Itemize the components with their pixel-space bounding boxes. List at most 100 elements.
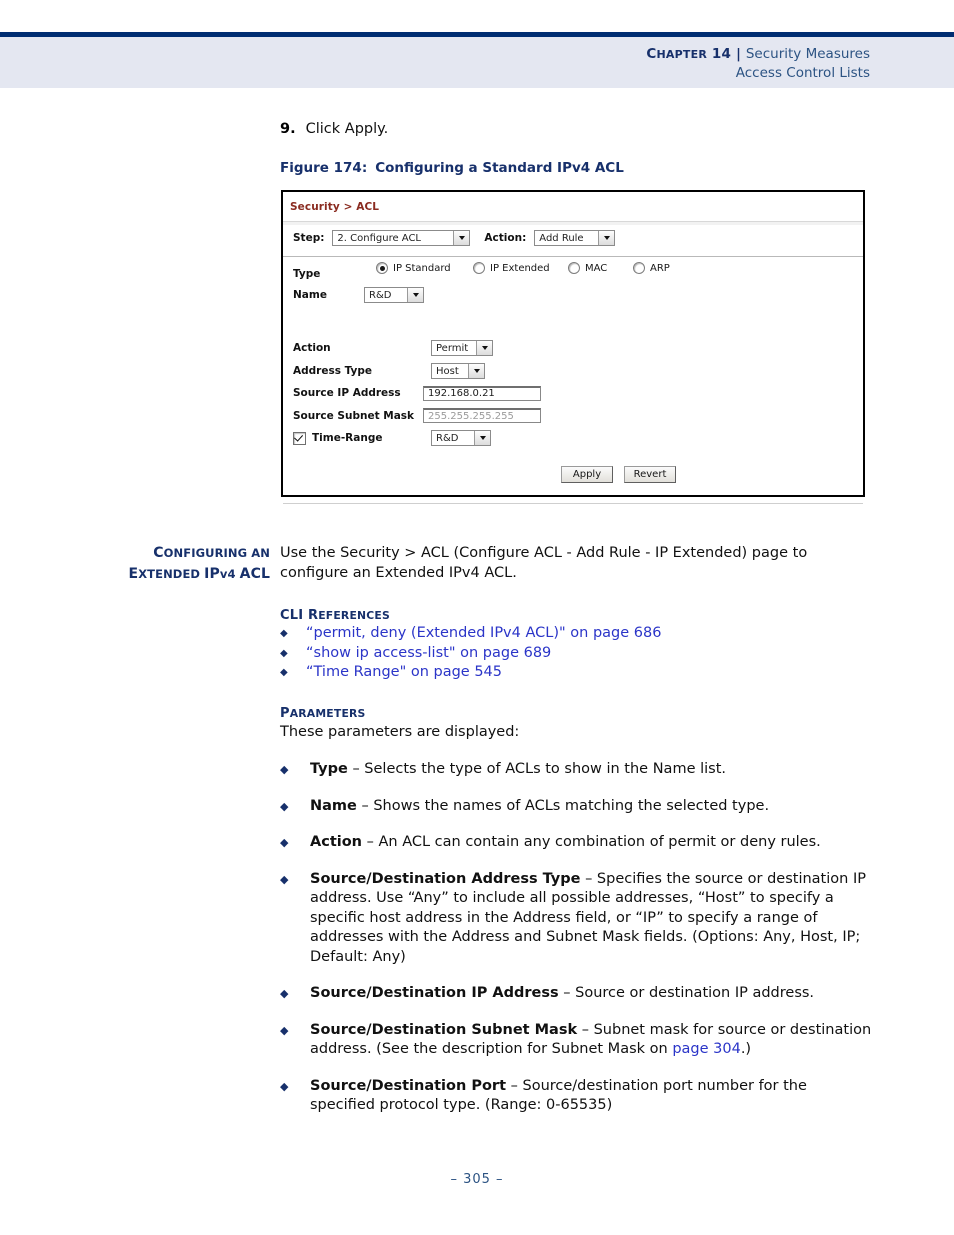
time-range-value: R&D	[436, 433, 459, 445]
diamond-bullet-icon: ◆	[280, 1023, 289, 1037]
parameter-term: Source/Destination Subnet Mask	[310, 1021, 578, 1038]
time-range-select[interactable]: R&D	[431, 430, 491, 447]
apply-button[interactable]: Apply	[561, 466, 613, 483]
parameter-term: Source/Destination IP Address	[310, 985, 559, 1001]
radio-label: MAC	[585, 262, 608, 274]
diamond-bullet-icon: ◆	[280, 987, 289, 1000]
parameter-term: Action	[310, 834, 363, 850]
diamond-bullet-icon: ◆	[280, 799, 289, 813]
divider-under-step	[283, 256, 863, 257]
radio-icon-selected	[376, 262, 388, 274]
form-row-action: Action Permit	[293, 337, 541, 360]
diamond-bullet-icon: ◆	[280, 836, 289, 849]
rule-form: Action Permit Address Type Host Source I…	[293, 337, 541, 450]
source-ip-label: Source IP Address	[293, 387, 401, 400]
time-range-label: Time-Range	[312, 432, 383, 445]
checkbox-checked-icon	[293, 431, 306, 445]
list-item: ◆ Source/Destination Port – Source/desti…	[280, 1077, 880, 1116]
diamond-bullet-icon: ◆	[280, 872, 289, 886]
step-action-row: Step: 2. Configure ACL Action: Add Rule	[293, 230, 616, 246]
chevron-down-icon	[453, 231, 470, 245]
breadcrumb: Security > ACL	[290, 201, 380, 213]
action-field-label: Action	[293, 342, 331, 355]
page-reference-link[interactable]: page 304	[672, 1041, 741, 1057]
parameter-text: Source/Destination IP Address – Source o…	[310, 984, 875, 1004]
form-row-time-range: Time-Range R&D	[293, 427, 541, 450]
header-text-block: CHAPTER 14 | Security Measures Access Cont…	[646, 43, 870, 83]
cli-references-list: ◆ “permit, deny (Extended IPv4 ACL)" on …	[280, 624, 661, 683]
screenshot-button-row: Apply Revert	[561, 466, 676, 483]
parameter-desc-tail: .)	[740, 1041, 752, 1057]
divider-top	[283, 221, 863, 225]
parameters-lead-text: These parameters are displayed:	[280, 724, 520, 740]
form-row-source-ip: Source IP Address 192.168.0.21	[293, 382, 541, 405]
diamond-bullet-icon: ◆	[280, 667, 288, 678]
parameter-desc: – An ACL can contain any combination of …	[362, 834, 821, 850]
radio-label: IP Standard	[393, 262, 451, 274]
list-item: ◆ “permit, deny (Extended IPv4 ACL)" on …	[280, 624, 661, 644]
embedded-ui-screenshot: Security > ACL Step: 2. Configure ACL Ac…	[281, 190, 865, 504]
diamond-bullet-icon: ◆	[280, 628, 288, 639]
source-ip-input[interactable]: 192.168.0.21	[423, 385, 541, 401]
address-type-select[interactable]: Host	[431, 362, 485, 379]
header-chapter-label: CHAPTER 14	[646, 46, 732, 62]
figure-title: Configuring a Standard IPv4 ACL	[375, 160, 624, 176]
list-item: ◆ “show ip access-list" on page 689	[280, 644, 661, 664]
time-range-checkbox-wrap[interactable]: Time-Range	[293, 431, 423, 445]
radio-arp[interactable]: ARP	[633, 262, 693, 274]
cli-reference-link[interactable]: “Time Range" on page 545	[306, 663, 502, 683]
step-select[interactable]: 2. Configure ACL	[332, 230, 471, 246]
header-topic: Security Measures	[745, 46, 870, 62]
header-separator: |	[736, 47, 741, 62]
page-running-header: CHAPTER 14 | Security Measures Access Cont…	[0, 0, 954, 88]
radio-label: IP Extended	[490, 262, 550, 274]
action-select-value: Add Rule	[539, 233, 584, 244]
parameter-term: Name	[310, 797, 357, 814]
list-item: ◆ Source/Destination Address Type – Spec…	[280, 870, 880, 968]
parameter-term: Source/Destination Port	[310, 1077, 507, 1094]
diamond-bullet-icon: ◆	[280, 763, 289, 776]
figure-caption: Figure 174: Configuring a Standard IPv4 A…	[280, 160, 624, 176]
cli-reference-link[interactable]: “show ip access-list" on page 689	[306, 644, 551, 664]
parameter-text: Type – Selects the type of ACLs to show …	[310, 760, 875, 780]
radio-icon	[633, 262, 645, 274]
radio-icon	[473, 262, 485, 274]
intro-paragraph: Use the Security > ACL (Configure ACL - …	[280, 545, 808, 581]
source-subnet-mask-input[interactable]: 255.255.255.255	[423, 408, 541, 424]
name-row: Name R&D	[293, 283, 425, 303]
cli-reference-link[interactable]: “permit, deny (Extended IPv4 ACL)" on pa…	[306, 624, 661, 644]
address-type-label: Address Type	[293, 364, 373, 377]
name-label: Name	[293, 289, 327, 301]
step-number: 9.	[280, 121, 296, 137]
radio-mac[interactable]: MAC	[568, 262, 633, 274]
parameter-desc: – Shows the names of ACLs matching the s…	[356, 797, 770, 814]
step-select-value: 2. Configure ACL	[337, 233, 422, 244]
type-radio-group: IP Standard IP Extended MAC ARP	[376, 262, 693, 274]
figure-number: Figure 174:	[280, 160, 368, 176]
action-select-label: Action:	[484, 232, 527, 244]
numbered-step-9: 9. Click Apply.	[280, 121, 388, 137]
radio-icon	[568, 262, 580, 274]
revert-button[interactable]: Revert	[624, 466, 676, 483]
list-item: ◆ Type – Selects the type of ACLs to sho…	[280, 760, 880, 780]
radio-ip-extended[interactable]: IP Extended	[473, 262, 568, 274]
step-select-label: Step:	[293, 232, 325, 244]
action-select[interactable]: Add Rule	[534, 230, 616, 246]
chevron-down-icon	[407, 288, 424, 302]
list-item: ◆ “Time Range" on page 545	[280, 663, 661, 683]
diamond-bullet-icon: ◆	[280, 647, 288, 659]
parameters-list: ◆ Type – Selects the type of ACLs to sho…	[280, 760, 880, 1133]
list-item: ◆ Source/Destination Subnet Mask – Subne…	[280, 1021, 880, 1060]
action-permit-select[interactable]: Permit	[431, 340, 493, 357]
name-select[interactable]: R&D	[364, 287, 425, 303]
diamond-bullet-icon: ◆	[280, 1079, 289, 1093]
parameter-text: Source/Destination Address Type – Specif…	[310, 870, 875, 968]
chevron-down-icon	[598, 231, 615, 245]
chevron-down-icon	[476, 341, 492, 356]
radio-ip-standard[interactable]: IP Standard	[376, 262, 473, 274]
name-select-value: R&D	[369, 290, 392, 301]
header-subtopic: Access Control Lists	[735, 65, 870, 81]
radio-label: ARP	[650, 262, 670, 274]
parameter-text: Name – Shows the names of ACLs matching …	[310, 797, 875, 817]
type-label: Type	[293, 268, 321, 280]
